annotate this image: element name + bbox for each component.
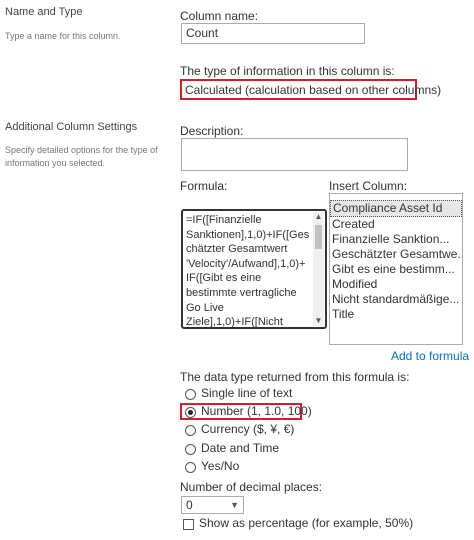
formula-line: 'Velocity'/Aufwand],1,0)+: [186, 257, 306, 270]
name-type-section-description: Type a name for this column.: [5, 31, 121, 41]
formula-line: Ziele],1,0)+IF([Nicht: [186, 316, 283, 329]
list-item[interactable]: Finanzielle Sanktion...: [330, 232, 462, 247]
formula-label: Formula:: [180, 179, 228, 193]
formula-scroll-thumb[interactable]: [315, 225, 322, 249]
additional-settings-section-title: Additional Column Settings: [5, 121, 138, 133]
insert-column-label: Insert Column:: [329, 179, 408, 193]
column-name-label: Column name:: [180, 9, 259, 23]
option-label: Date and Time: [201, 441, 280, 455]
return-type-label: The data type returned from this formula…: [180, 370, 410, 384]
description-label: Description:: [180, 124, 244, 138]
formula-line: bestimmte vertragliche: [186, 286, 297, 299]
chevron-down-icon: ▼: [230, 500, 239, 510]
list-item[interactable]: Created: [330, 217, 462, 232]
list-item[interactable]: Gibt es eine bestimm...: [330, 262, 462, 277]
show-percentage-checkbox[interactable]: [183, 519, 194, 530]
formula-textarea[interactable]: =IF([Finanzielle Sanktionen],1,0)+IF([Ge…: [181, 209, 327, 329]
description-textarea[interactable]: [181, 138, 408, 171]
show-percentage-label: Show as percentage (for example, 50%): [199, 516, 414, 530]
add-to-formula-link[interactable]: Add to formula: [391, 349, 469, 363]
option-label: Number (1, 1.0, 100): [201, 404, 312, 418]
formula-text[interactable]: =IF([Finanzielle Sanktionen],1,0)+IF([Ge…: [186, 213, 312, 329]
formula-line: Go Live: [186, 301, 224, 314]
formula-scrollbar[interactable]: ▲ ▼: [313, 212, 324, 326]
list-item[interactable]: Title: [330, 307, 462, 322]
radio-yes-no[interactable]: [185, 462, 196, 473]
formula-line: IF([Gibt es eine: [186, 272, 262, 285]
option-label: Currency ($, ¥, €): [201, 422, 295, 436]
insert-column-listbox[interactable]: Compliance Asset Id Created Finanzielle …: [329, 193, 463, 345]
list-item[interactable]: Compliance Asset Id: [330, 200, 462, 217]
list-item[interactable]: Modified: [330, 277, 462, 292]
decimal-places-select[interactable]: 0 ▼: [181, 496, 244, 514]
type-info-label: The type of information in this column i…: [180, 64, 395, 78]
decimal-places-label: Number of decimal places:: [180, 480, 323, 494]
radio-number[interactable]: [185, 407, 196, 418]
additional-settings-section-description: Specify detailed options for the type of…: [5, 145, 158, 168]
type-info-highlight: Calculated (calculation based on other c…: [180, 79, 441, 100]
option-label: Single line of text: [201, 386, 293, 400]
list-item[interactable]: Nicht standardmäßige...: [330, 292, 462, 307]
scroll-up-arrow-icon[interactable]: ▲: [313, 212, 324, 222]
option-label: Yes/No: [201, 459, 240, 473]
formula-line: =IF([Finanzielle: [186, 214, 262, 226]
radio-single-line-of-text[interactable]: [185, 389, 196, 400]
column-name-input[interactable]: Count: [181, 23, 365, 44]
name-type-section-title: Name and Type: [5, 6, 83, 18]
formula-line: Sanktionen],1,0)+IF([Ges: [186, 228, 310, 241]
radio-date-and-time[interactable]: [185, 444, 196, 455]
decimal-places-value: 0: [186, 498, 193, 512]
list-item[interactable]: Geschätzter Gesamtwe...: [330, 247, 462, 262]
formula-line: chätzter Gesamtwert: [186, 243, 288, 256]
radio-currency[interactable]: [185, 425, 196, 436]
type-info-value: Calculated (calculation based on other c…: [185, 83, 442, 97]
scroll-down-arrow-icon[interactable]: ▼: [313, 316, 324, 326]
